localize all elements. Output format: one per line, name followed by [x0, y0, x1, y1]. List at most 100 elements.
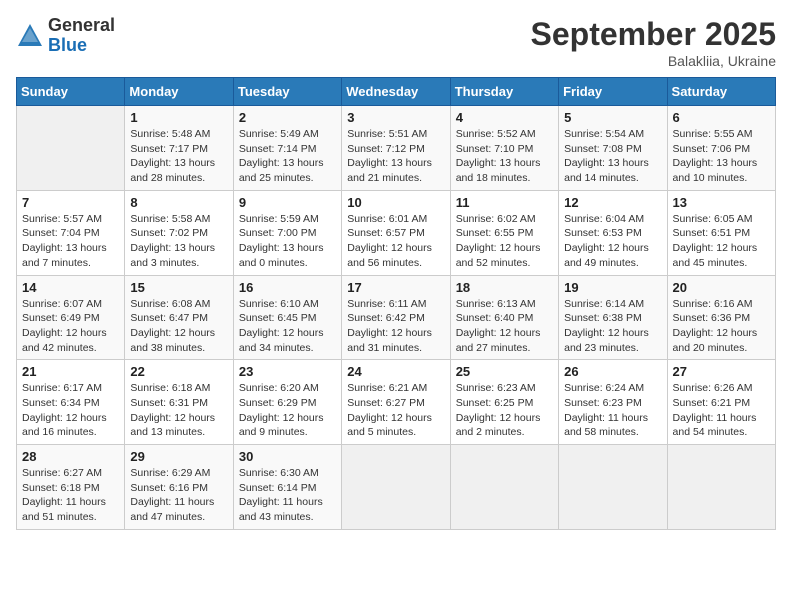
calendar-cell: 21Sunrise: 6:17 AMSunset: 6:34 PMDayligh…: [17, 360, 125, 445]
day-number: 9: [239, 195, 336, 210]
logo: General Blue: [16, 16, 115, 56]
calendar-cell: 29 Sunrise: 6:29 AMSunset: 6:16 PMDayligh…: [125, 445, 233, 530]
calendar-day-header: Monday: [125, 78, 233, 106]
day-info: Sunrise: 6:01 AMSunset: 6:57 PMDaylight:…: [347, 212, 444, 271]
calendar-cell: 30 Sunrise: 6:30 AMSunset: 6:14 PMDayligh…: [233, 445, 341, 530]
calendar-cell: 1 Sunrise: 5:48 AMSunset: 7:17 PMDaylight…: [125, 106, 233, 191]
calendar-cell: [450, 445, 558, 530]
day-info: Sunrise: 6:18 AMSunset: 6:31 PMDaylight:…: [130, 381, 227, 440]
day-number: 24: [347, 364, 444, 379]
day-number: 16: [239, 280, 336, 295]
day-number: 30: [239, 449, 336, 464]
day-info: Sunrise: 6:05 AMSunset: 6:51 PMDaylight:…: [673, 212, 770, 271]
calendar-day-header: Wednesday: [342, 78, 450, 106]
day-info: Sunrise: 6:16 AMSunset: 6:36 PMDaylight:…: [673, 297, 770, 356]
day-number: 22: [130, 364, 227, 379]
calendar-cell: [17, 106, 125, 191]
calendar-cell: 12Sunrise: 6:04 AMSunset: 6:53 PMDayligh…: [559, 190, 667, 275]
day-number: 21: [22, 364, 119, 379]
calendar-cell: 3 Sunrise: 5:51 AMSunset: 7:12 PMDaylight…: [342, 106, 450, 191]
logo-blue: Blue: [48, 36, 115, 56]
month-title: September 2025: [531, 16, 776, 53]
day-info: Sunrise: 5:58 AMSunset: 7:02 PMDaylight:…: [130, 212, 227, 271]
calendar-cell: 15Sunrise: 6:08 AMSunset: 6:47 PMDayligh…: [125, 275, 233, 360]
calendar-cell: 2 Sunrise: 5:49 AMSunset: 7:14 PMDaylight…: [233, 106, 341, 191]
calendar-cell: 27 Sunrise: 6:26 AMSunset: 6:21 PMDayligh…: [667, 360, 775, 445]
logo-general: General: [48, 16, 115, 36]
day-number: 29: [130, 449, 227, 464]
day-number: 23: [239, 364, 336, 379]
calendar-cell: 8 Sunrise: 5:58 AMSunset: 7:02 PMDaylight…: [125, 190, 233, 275]
day-number: 7: [22, 195, 119, 210]
calendar-cell: 28 Sunrise: 6:27 AMSunset: 6:18 PMDayligh…: [17, 445, 125, 530]
day-number: 18: [456, 280, 553, 295]
calendar-cell: 24 Sunrise: 6:21 AMSunset: 6:27 PMDayligh…: [342, 360, 450, 445]
day-number: 8: [130, 195, 227, 210]
calendar-header-row: SundayMondayTuesdayWednesdayThursdayFrid…: [17, 78, 776, 106]
day-info: Sunrise: 6:27 AMSunset: 6:18 PMDaylight:…: [22, 466, 119, 525]
day-info: Sunrise: 5:48 AMSunset: 7:17 PMDaylight:…: [130, 127, 227, 186]
day-number: 1: [130, 110, 227, 125]
day-number: 5: [564, 110, 661, 125]
day-number: 28: [22, 449, 119, 464]
day-number: 4: [456, 110, 553, 125]
day-info: Sunrise: 6:08 AMSunset: 6:47 PMDaylight:…: [130, 297, 227, 356]
calendar-cell: 18Sunrise: 6:13 AMSunset: 6:40 PMDayligh…: [450, 275, 558, 360]
day-number: 27: [673, 364, 770, 379]
calendar-cell: [342, 445, 450, 530]
day-info: Sunrise: 6:20 AMSunset: 6:29 PMDaylight:…: [239, 381, 336, 440]
day-info: Sunrise: 6:21 AMSunset: 6:27 PMDaylight:…: [347, 381, 444, 440]
day-number: 11: [456, 195, 553, 210]
day-number: 26: [564, 364, 661, 379]
calendar-day-header: Tuesday: [233, 78, 341, 106]
calendar-cell: 20Sunrise: 6:16 AMSunset: 6:36 PMDayligh…: [667, 275, 775, 360]
day-number: 12: [564, 195, 661, 210]
day-info: Sunrise: 6:11 AMSunset: 6:42 PMDaylight:…: [347, 297, 444, 356]
day-info: Sunrise: 5:55 AMSunset: 7:06 PMDaylight:…: [673, 127, 770, 186]
calendar-cell: 22 Sunrise: 6:18 AMSunset: 6:31 PMDayligh…: [125, 360, 233, 445]
calendar-cell: [667, 445, 775, 530]
calendar-cell: 10 Sunrise: 6:01 AMSunset: 6:57 PMDayligh…: [342, 190, 450, 275]
day-number: 25: [456, 364, 553, 379]
calendar-week-row: 21Sunrise: 6:17 AMSunset: 6:34 PMDayligh…: [17, 360, 776, 445]
calendar-cell: [559, 445, 667, 530]
day-number: 10: [347, 195, 444, 210]
day-info: Sunrise: 5:54 AMSunset: 7:08 PMDaylight:…: [564, 127, 661, 186]
calendar-cell: 26 Sunrise: 6:24 AMSunset: 6:23 PMDayligh…: [559, 360, 667, 445]
calendar-cell: 25Sunrise: 6:23 AMSunset: 6:25 PMDayligh…: [450, 360, 558, 445]
calendar-week-row: 28 Sunrise: 6:27 AMSunset: 6:18 PMDayligh…: [17, 445, 776, 530]
calendar-cell: 7Sunrise: 5:57 AMSunset: 7:04 PMDaylight…: [17, 190, 125, 275]
day-info: Sunrise: 5:51 AMSunset: 7:12 PMDaylight:…: [347, 127, 444, 186]
page-header: General Blue September 2025 Balakliia, U…: [16, 16, 776, 69]
day-info: Sunrise: 6:24 AMSunset: 6:23 PMDaylight:…: [564, 381, 661, 440]
day-number: 3: [347, 110, 444, 125]
calendar-cell: 14Sunrise: 6:07 AMSunset: 6:49 PMDayligh…: [17, 275, 125, 360]
day-number: 2: [239, 110, 336, 125]
day-info: Sunrise: 6:14 AMSunset: 6:38 PMDaylight:…: [564, 297, 661, 356]
calendar-day-header: Saturday: [667, 78, 775, 106]
calendar-cell: 16Sunrise: 6:10 AMSunset: 6:45 PMDayligh…: [233, 275, 341, 360]
day-info: Sunrise: 5:59 AMSunset: 7:00 PMDaylight:…: [239, 212, 336, 271]
calendar-cell: 4Sunrise: 5:52 AMSunset: 7:10 PMDaylight…: [450, 106, 558, 191]
day-number: 6: [673, 110, 770, 125]
day-number: 17: [347, 280, 444, 295]
calendar-cell: 19Sunrise: 6:14 AMSunset: 6:38 PMDayligh…: [559, 275, 667, 360]
day-info: Sunrise: 6:29 AMSunset: 6:16 PMDaylight:…: [130, 466, 227, 525]
calendar-day-header: Sunday: [17, 78, 125, 106]
day-info: Sunrise: 6:26 AMSunset: 6:21 PMDaylight:…: [673, 381, 770, 440]
calendar-week-row: 7Sunrise: 5:57 AMSunset: 7:04 PMDaylight…: [17, 190, 776, 275]
day-info: Sunrise: 6:02 AMSunset: 6:55 PMDaylight:…: [456, 212, 553, 271]
logo-text: General Blue: [48, 16, 115, 56]
location-subtitle: Balakliia, Ukraine: [531, 53, 776, 69]
calendar-cell: 6 Sunrise: 5:55 AMSunset: 7:06 PMDaylight…: [667, 106, 775, 191]
day-info: Sunrise: 6:30 AMSunset: 6:14 PMDaylight:…: [239, 466, 336, 525]
calendar-day-header: Friday: [559, 78, 667, 106]
calendar-cell: 11 Sunrise: 6:02 AMSunset: 6:55 PMDayligh…: [450, 190, 558, 275]
calendar-week-row: 14Sunrise: 6:07 AMSunset: 6:49 PMDayligh…: [17, 275, 776, 360]
calendar-day-header: Thursday: [450, 78, 558, 106]
day-number: 13: [673, 195, 770, 210]
logo-icon: [16, 22, 44, 50]
calendar-table: SundayMondayTuesdayWednesdayThursdayFrid…: [16, 77, 776, 530]
calendar-cell: 23 Sunrise: 6:20 AMSunset: 6:29 PMDayligh…: [233, 360, 341, 445]
day-info: Sunrise: 5:49 AMSunset: 7:14 PMDaylight:…: [239, 127, 336, 186]
